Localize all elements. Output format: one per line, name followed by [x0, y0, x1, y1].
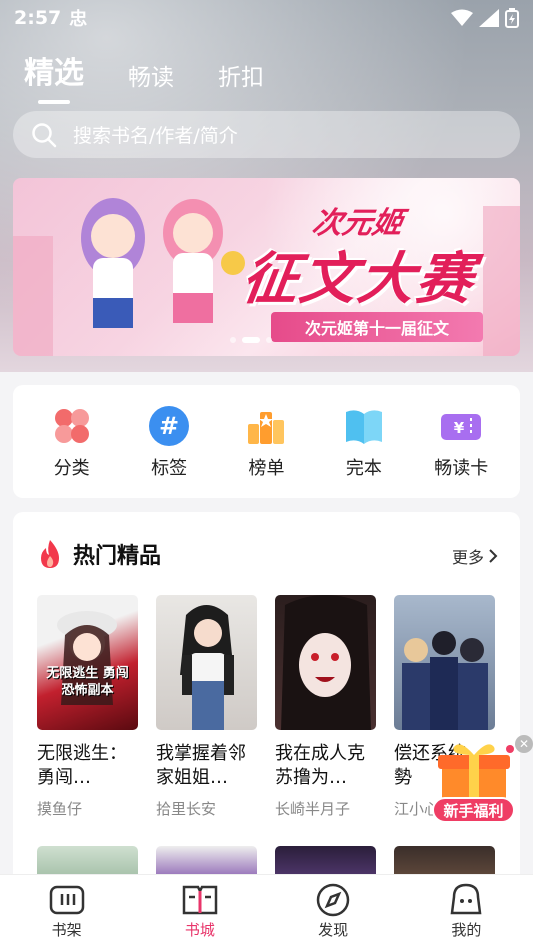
banner-dot[interactable]: [266, 337, 272, 343]
category-card: 分类 # 标签 榜单 完本 ¥ 畅读卡: [13, 385, 520, 498]
status-bar: 2:57 忠: [0, 0, 533, 36]
chevron-right-icon: [489, 549, 498, 563]
cover-illustration: [57, 611, 117, 705]
signal-icon: [479, 9, 499, 27]
tab-label: 畅读: [128, 65, 174, 91]
completed-book-icon: [345, 409, 382, 444]
cover-illustration: [402, 631, 488, 730]
book-author: 拾里长安: [156, 800, 217, 818]
hot-header: 热门精品: [35, 538, 161, 570]
nav-item-profile[interactable]: 我的: [421, 883, 511, 940]
close-icon[interactable]: ✕: [515, 735, 533, 753]
bookstore-icon: [182, 885, 218, 914]
more-link[interactable]: 更多: [452, 544, 498, 568]
search-icon: [32, 122, 57, 147]
nav-item-bookshelf[interactable]: 书架: [22, 883, 112, 940]
book-list: 无限逃生 勇闯恐怖副本 无限逃生：勇闯… 摸鱼仔 我掌握着邻家姐姐… 拾里长安: [37, 595, 495, 819]
nav-label: 书架: [51, 920, 82, 939]
category-label: 榜单: [248, 457, 285, 479]
category-item-ranking[interactable]: 榜单: [221, 404, 311, 480]
banner-dot[interactable]: [230, 337, 236, 343]
status-app-icon: 忠: [69, 9, 88, 30]
tab-unlimited-read[interactable]: 畅读: [128, 58, 174, 104]
bottom-navigation: 书架 书城 发现 我的: [0, 874, 533, 947]
search-placeholder: 搜索书名/作者/简介: [73, 125, 238, 147]
banner-building: [13, 236, 53, 356]
book-author: 长崎半月子: [275, 800, 351, 818]
battery-icon: [505, 8, 519, 28]
top-tabs: 精选 畅读 折扣: [24, 48, 264, 104]
section-title: 热门精品: [73, 544, 162, 569]
tab-label: 折扣: [218, 65, 264, 91]
category-label: 畅读卡: [434, 457, 489, 479]
book-cover: [275, 595, 376, 730]
newbie-gift-widget[interactable]: 新手福利 ✕: [432, 735, 533, 830]
banner-subtitle: 次元姬第十一届征文: [271, 312, 483, 342]
nav-item-bookstore[interactable]: 书城: [155, 883, 245, 940]
banner-pagination: [230, 337, 272, 343]
category-label: 完本: [345, 457, 382, 479]
cover-title-text: 无限逃生 勇闯恐怖副本: [46, 666, 129, 698]
category-label: 标签: [151, 457, 188, 479]
banner-building: [483, 206, 520, 356]
bookshelf-icon: [49, 885, 84, 914]
tab-featured[interactable]: 精选: [24, 48, 84, 104]
category-item-completed[interactable]: 完本: [319, 404, 409, 480]
nav-label: 我的: [451, 920, 482, 939]
category-icon: [54, 408, 89, 443]
wifi-icon: [451, 9, 473, 26]
svg-text:#: #: [159, 412, 179, 440]
book-item[interactable]: 我掌握着邻家姐姐… 拾里长安: [156, 595, 257, 819]
book-title: 无限逃生：勇闯…: [37, 743, 127, 788]
search-bar[interactable]: 搜索书名/作者/简介: [13, 111, 520, 158]
tag-icon: #: [149, 405, 190, 446]
nav-label: 书城: [184, 920, 215, 939]
cover-illustration: [281, 595, 371, 730]
tab-discount[interactable]: 折扣: [218, 58, 264, 104]
book-item[interactable]: 我在成人克苏撸为… 长崎半月子: [275, 595, 376, 819]
book-cover: 无限逃生 勇闯恐怖副本: [37, 595, 138, 730]
book-cover: [394, 595, 495, 730]
gift-label: 新手福利: [432, 797, 515, 823]
promo-banner[interactable]: 次元姬 征文大赛 次元姬第十一届征文: [13, 178, 520, 356]
book-item[interactable]: 无限逃生 勇闯恐怖副本 无限逃生：勇闯… 摸鱼仔: [37, 595, 138, 819]
compass-icon: [316, 883, 350, 916]
status-time: 2:57: [14, 7, 62, 29]
book-cover: [156, 595, 257, 730]
svg-text:¥: ¥: [454, 419, 465, 437]
fire-icon: [41, 540, 59, 568]
nav-label: 发现: [318, 920, 349, 939]
category-item-tags[interactable]: # 标签: [124, 404, 214, 480]
book-author: 摸鱼仔: [37, 800, 83, 818]
status-icons: [451, 8, 519, 28]
category-label: 分类: [53, 457, 90, 479]
nav-item-discover[interactable]: 发现: [288, 883, 378, 940]
category-item-reading-card[interactable]: ¥ 畅读卡: [416, 404, 506, 480]
banner-dot-active[interactable]: [242, 337, 260, 343]
tab-label: 精选: [24, 56, 84, 91]
ranking-icon: [248, 411, 285, 444]
book-title: 我在成人克苏撸为…: [275, 743, 365, 788]
cover-illustration: [180, 605, 234, 730]
tab-active-indicator: [38, 100, 70, 104]
reading-card-icon: ¥: [441, 413, 482, 440]
profile-icon: [450, 883, 482, 914]
more-label: 更多: [451, 548, 484, 567]
category-item-classify[interactable]: 分类: [27, 404, 117, 480]
banner-title-main: 征文大赛: [237, 247, 479, 312]
book-title: 我掌握着邻家姐姐…: [156, 743, 246, 788]
